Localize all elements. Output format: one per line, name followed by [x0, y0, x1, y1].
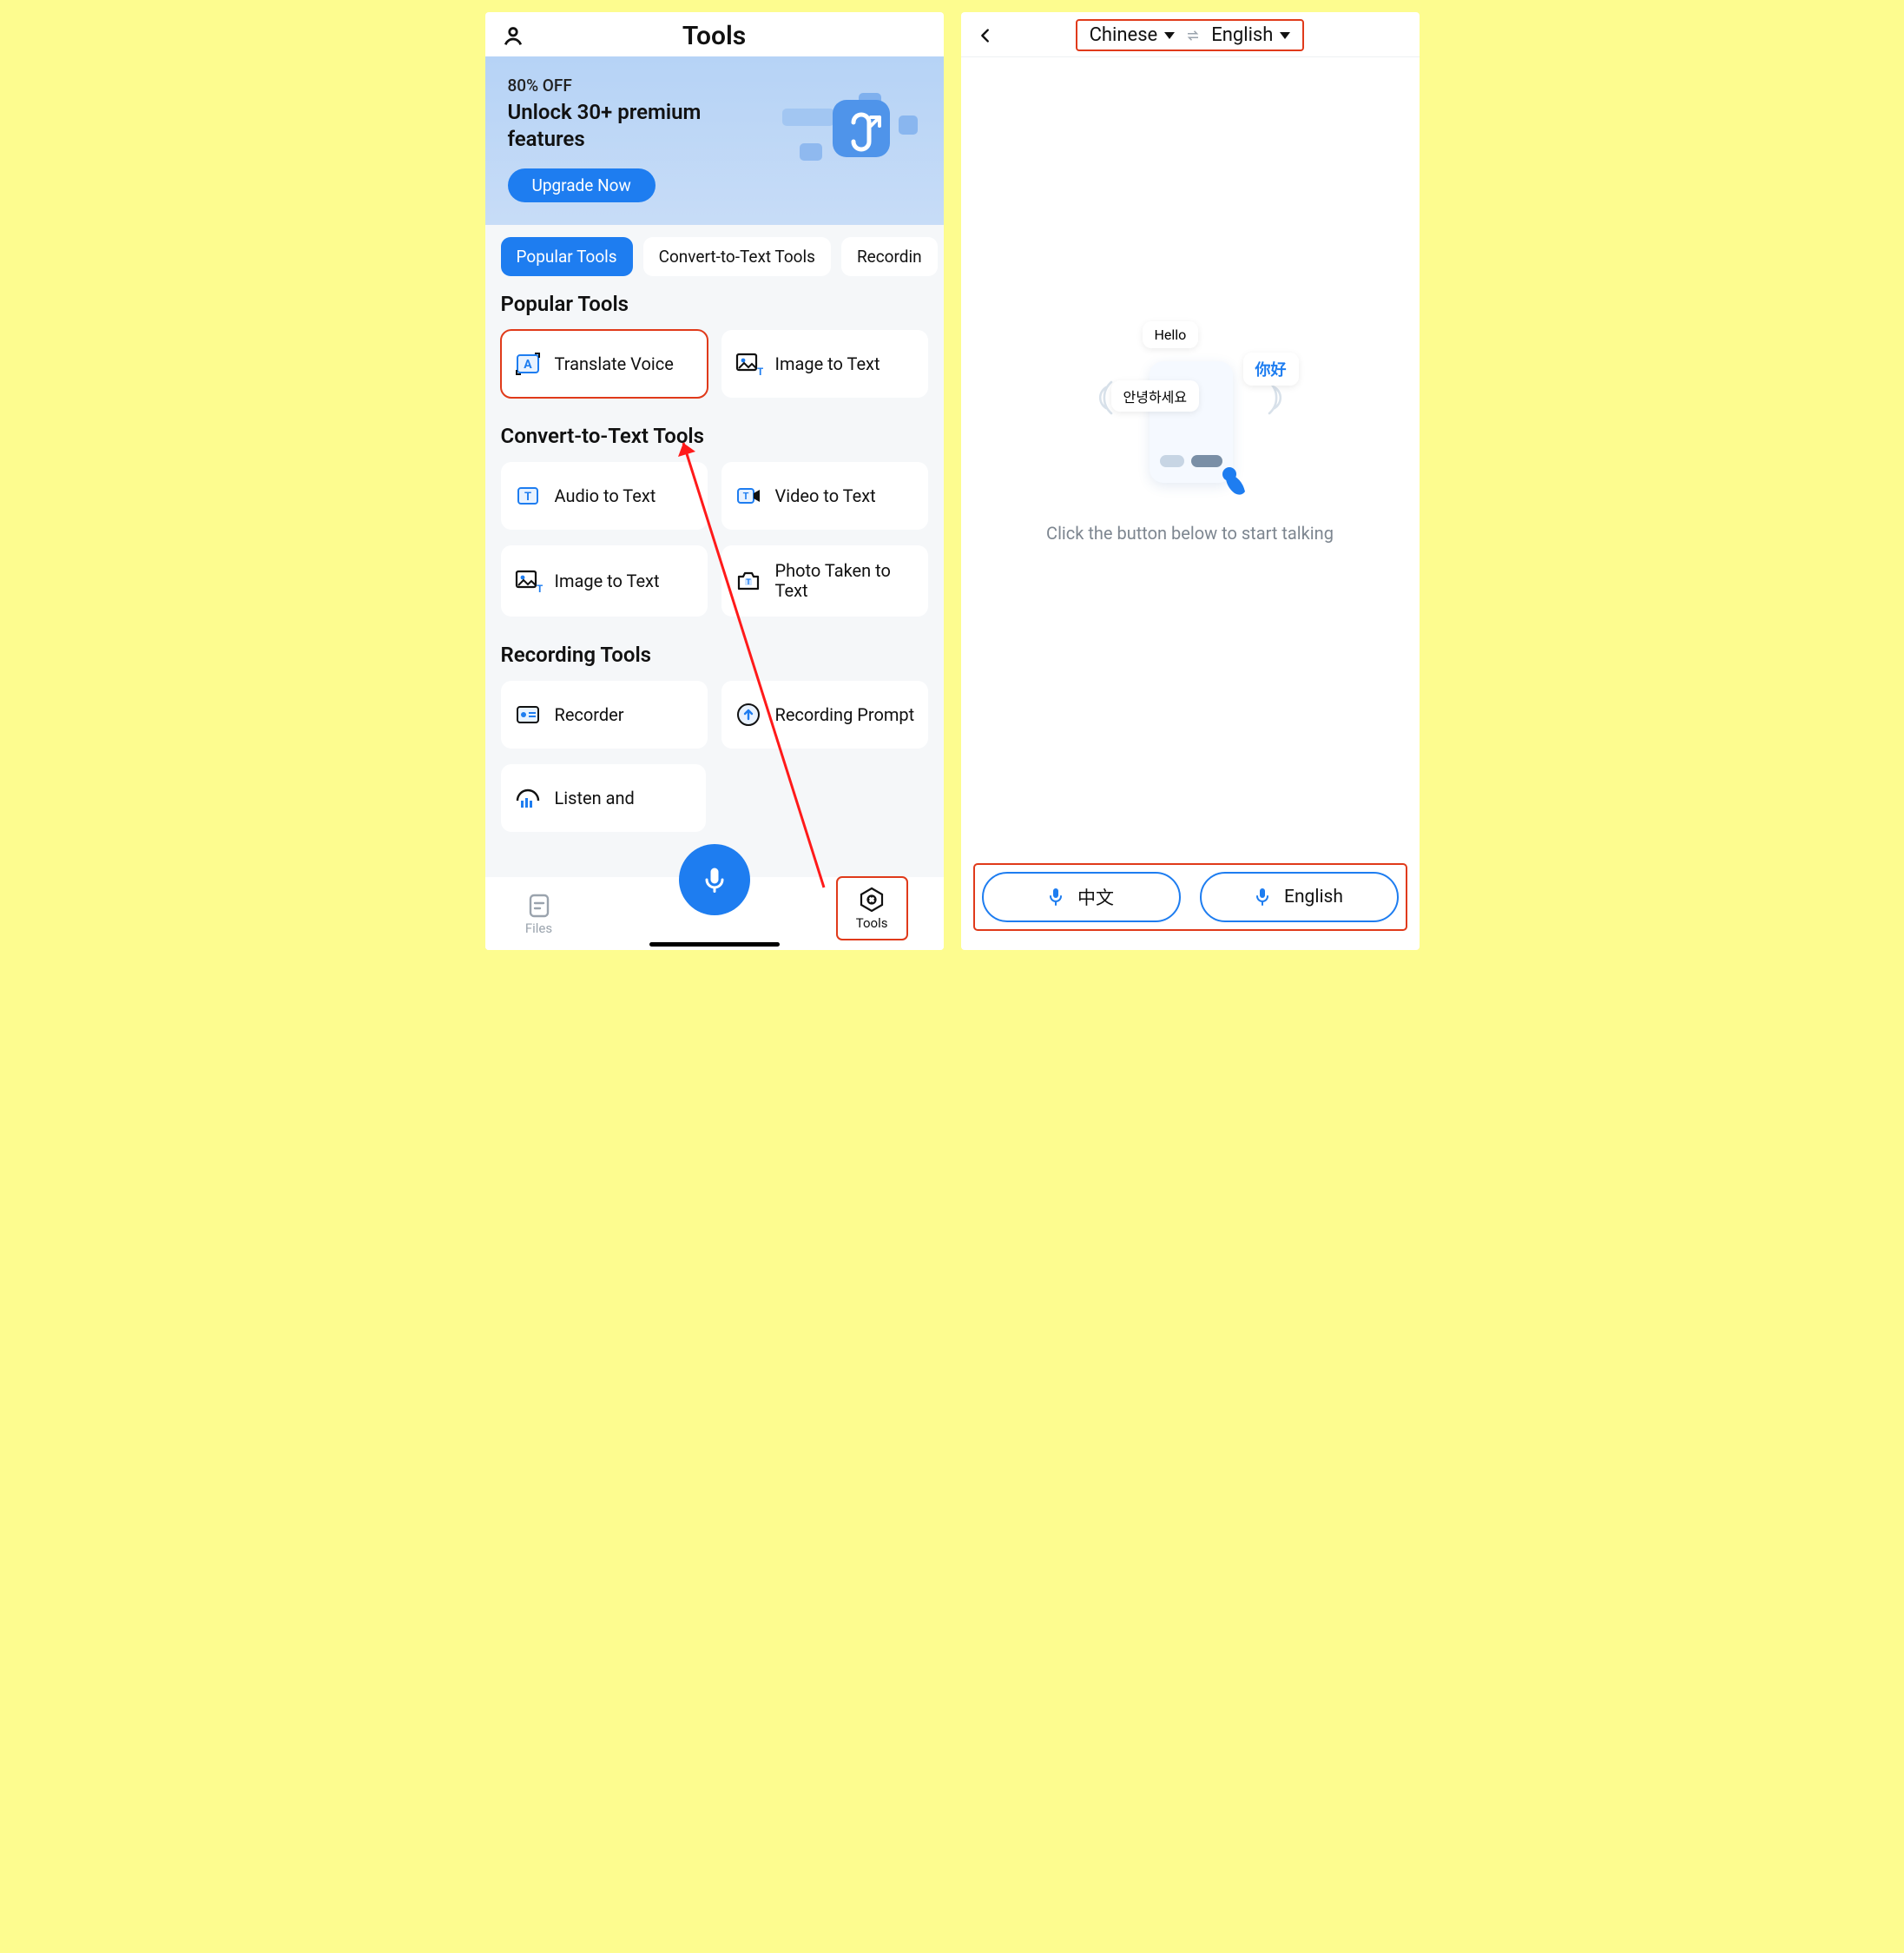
nav-label: Tools	[856, 915, 888, 931]
tile-photo-taken-to-text[interactable]: T Photo Taken to Text	[721, 545, 928, 617]
upgrade-button[interactable]: Upgrade Now	[508, 168, 656, 202]
svg-text:T: T	[742, 491, 748, 502]
recorder-icon	[513, 700, 543, 729]
category-tabs: Popular Tools Convert-to-Text Tools Reco…	[485, 225, 944, 281]
svg-text:A: A	[524, 358, 532, 372]
audio-text-icon: T	[513, 481, 543, 511]
translate-icon: A	[513, 349, 543, 379]
prompt-icon	[734, 700, 763, 729]
camera-text-icon: T	[734, 566, 763, 596]
tile-label: Listen and	[555, 788, 635, 808]
bubble-nihao: 你好	[1243, 353, 1299, 386]
banner-art-icon	[777, 91, 925, 169]
talk-label: 中文	[1077, 884, 1114, 910]
phone-shape-icon	[1150, 361, 1233, 483]
tile-translate-voice[interactable]: A Translate Voice	[501, 330, 708, 398]
profile-icon[interactable]	[501, 24, 525, 49]
section-title-recording: Recording Tools	[501, 643, 928, 667]
tile-label: Audio to Text	[555, 486, 656, 506]
lang-to-select[interactable]: English	[1211, 24, 1290, 46]
nav-files[interactable]: Files	[525, 891, 553, 936]
tile-label: Video to Text	[775, 486, 876, 506]
tab-popular[interactable]: Popular Tools	[501, 237, 633, 276]
caret-down-icon	[1280, 32, 1290, 39]
section-title-convert: Convert-to-Text Tools	[501, 424, 928, 448]
section-title-popular: Popular Tools	[501, 292, 928, 316]
tap-hand-icon	[1216, 465, 1250, 500]
files-icon	[525, 891, 553, 919]
page-title: Tools	[525, 21, 904, 51]
talk-button-zh[interactable]: 中文	[982, 872, 1181, 922]
mic-icon	[1048, 887, 1064, 907]
tile-recorder[interactable]: Recorder	[501, 681, 708, 749]
premium-banner[interactable]: 80% OFF Unlock 30+ premium features Upgr…	[485, 56, 944, 225]
listen-icon	[513, 783, 543, 813]
tools-icon	[858, 886, 886, 914]
talk-label: English	[1284, 887, 1343, 907]
nav-tools[interactable]: Tools	[840, 881, 904, 936]
translate-illustration: Hello 你好 안녕하세요	[1099, 318, 1281, 500]
tile-label: Image to Text	[555, 571, 660, 591]
video-text-icon: T	[734, 481, 763, 511]
bubble-annyeong: 안녕하세요	[1111, 380, 1200, 412]
tile-listen-and[interactable]: Listen and	[501, 764, 706, 832]
tab-recording[interactable]: Recordin	[841, 237, 938, 276]
svg-text:T: T	[537, 583, 543, 595]
bubble-hello: Hello	[1143, 321, 1199, 348]
svg-text:T: T	[757, 366, 763, 378]
home-indicator	[649, 942, 780, 947]
chevron-left-icon	[976, 26, 995, 45]
image-text-icon: T	[734, 349, 763, 379]
tile-recording-prompt[interactable]: Recording Prompt	[721, 681, 928, 749]
svg-text:T: T	[746, 578, 751, 587]
tile-image-to-text-2[interactable]: T Image to Text	[501, 545, 708, 617]
tile-label: Image to Text	[775, 354, 880, 374]
tile-label: Photo Taken to Text	[775, 561, 916, 601]
nav-label: Files	[525, 920, 552, 936]
swap-icon[interactable]	[1185, 28, 1201, 43]
lang-from-select[interactable]: Chinese	[1090, 24, 1176, 46]
caret-down-icon	[1164, 32, 1175, 39]
language-selector-bar: Chinese English	[1077, 21, 1303, 49]
mic-icon	[699, 864, 730, 895]
record-fab[interactable]	[679, 844, 750, 915]
tile-label: Recording Prompt	[775, 705, 915, 725]
lang-from-label: Chinese	[1090, 24, 1158, 46]
tile-video-to-text[interactable]: T Video to Text	[721, 462, 928, 530]
talk-buttons-row: 中文 English	[975, 865, 1406, 929]
tile-audio-to-text[interactable]: T Audio to Text	[501, 462, 708, 530]
tab-convert[interactable]: Convert-to-Text Tools	[643, 237, 831, 276]
hint-text: Click the button below to start talking	[1046, 523, 1334, 544]
image-text-icon: T	[513, 566, 543, 596]
tile-label: Recorder	[555, 705, 624, 725]
banner-title: Unlock 30+ premium features	[508, 99, 734, 153]
back-button[interactable]	[973, 23, 998, 48]
mic-icon	[1255, 887, 1270, 907]
lang-to-label: English	[1211, 24, 1273, 46]
talk-button-en[interactable]: English	[1200, 872, 1399, 922]
svg-text:T: T	[524, 491, 530, 504]
tile-label: Translate Voice	[555, 354, 674, 374]
tile-image-to-text[interactable]: T Image to Text	[721, 330, 928, 398]
